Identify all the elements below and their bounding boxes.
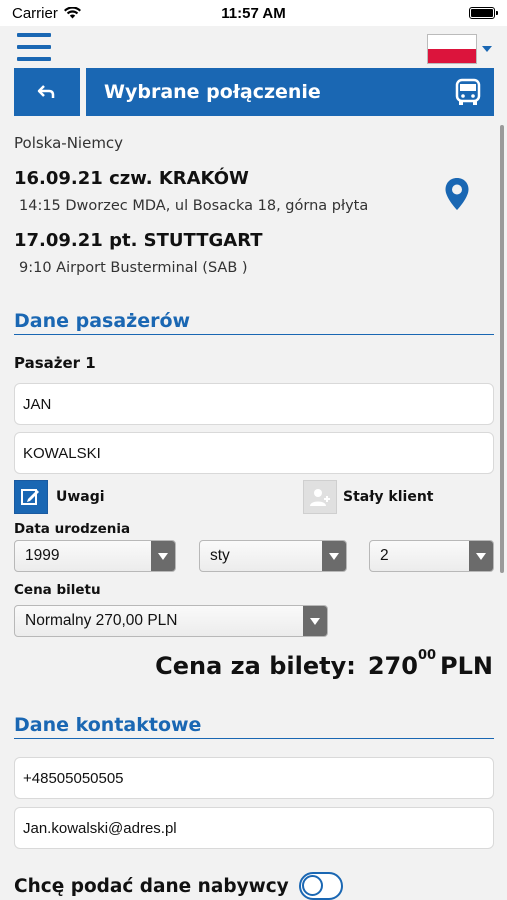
first-name-input[interactable]: JAN <box>14 383 494 425</box>
bus-icon <box>455 78 481 105</box>
buyer-data-toggle[interactable] <box>298 872 343 900</box>
scrollbar[interactable] <box>500 125 504 573</box>
status-bar: Carrier 11:57 AM <box>0 0 507 26</box>
back-arrow-icon <box>37 85 55 98</box>
ticket-price-label: Cena biletu <box>14 582 101 598</box>
wifi-icon <box>63 7 81 19</box>
back-button[interactable] <box>14 68 80 116</box>
email-input[interactable]: Jan.kowalski@adres.pl <box>14 807 494 849</box>
passenger-label: Pasażer 1 <box>14 354 96 372</box>
total-price-amount: 27000 PLN <box>367 648 493 680</box>
edit-icon <box>14 480 48 514</box>
page-title: Wybrane połączenie <box>104 81 321 103</box>
route-name: Polska-Niemcy <box>14 134 124 152</box>
departure-detail: 14:15 Dworzec MDA, ul Bosacka 18, górna … <box>19 198 369 214</box>
birth-day-value: 2 <box>380 547 389 564</box>
top-bar <box>0 26 507 68</box>
dropdown-arrow-icon <box>469 541 493 571</box>
contact-section-title: Dane kontaktowe <box>14 714 494 739</box>
passengers-section-title: Dane pasażerów <box>14 310 494 335</box>
polish-flag-icon[interactable] <box>427 34 477 64</box>
total-price-label: Cena za bilety: <box>155 652 356 680</box>
dropdown-arrow-icon <box>151 541 175 571</box>
battery-icon <box>468 7 498 19</box>
notes-button[interactable]: Uwagi <box>14 480 105 514</box>
page-header: Wybrane połączenie <box>14 68 494 116</box>
chevron-down-icon[interactable] <box>482 46 492 52</box>
regular-client-button[interactable]: Stały klient <box>303 480 433 514</box>
buyer-data-row: Chcę podać dane nabywcy <box>14 872 343 900</box>
last-name-input[interactable]: KOWALSKI <box>14 432 494 474</box>
menu-icon[interactable] <box>17 33 51 61</box>
birth-day-select[interactable]: 2 <box>369 540 494 572</box>
carrier-label: Carrier <box>12 4 58 22</box>
arrival-detail: 9:10 Airport Busterminal (SAB ) <box>19 260 248 276</box>
clock: 11:57 AM <box>221 4 286 22</box>
birth-year-value: 1999 <box>25 547 60 564</box>
departure-line: 16.09.21 czw. KRAKÓW <box>14 168 249 189</box>
birth-month-value: sty <box>210 547 230 564</box>
arrival-line: 17.09.21 pt. STUTTGART <box>14 230 263 251</box>
title-bar: Wybrane połączenie <box>86 68 494 116</box>
buyer-data-label: Chcę podać dane nabywcy <box>14 875 289 897</box>
notes-label: Uwagi <box>56 489 105 505</box>
dropdown-arrow-icon <box>303 606 327 636</box>
birth-date-label: Data urodzenia <box>14 521 131 537</box>
regular-client-label: Stały klient <box>343 489 434 505</box>
total-price: Cena za bilety: 27000 PLN <box>155 648 493 680</box>
ticket-type-value: Normalny 270,00 PLN <box>25 612 178 629</box>
add-user-icon <box>303 480 337 514</box>
phone-input[interactable]: +48505050505 <box>14 757 494 799</box>
birth-year-select[interactable]: 1999 <box>14 540 176 572</box>
birth-month-select[interactable]: sty <box>199 540 347 572</box>
map-pin-icon[interactable] <box>444 177 470 211</box>
ticket-type-select[interactable]: Normalny 270,00 PLN <box>14 605 328 637</box>
dropdown-arrow-icon <box>322 541 346 571</box>
